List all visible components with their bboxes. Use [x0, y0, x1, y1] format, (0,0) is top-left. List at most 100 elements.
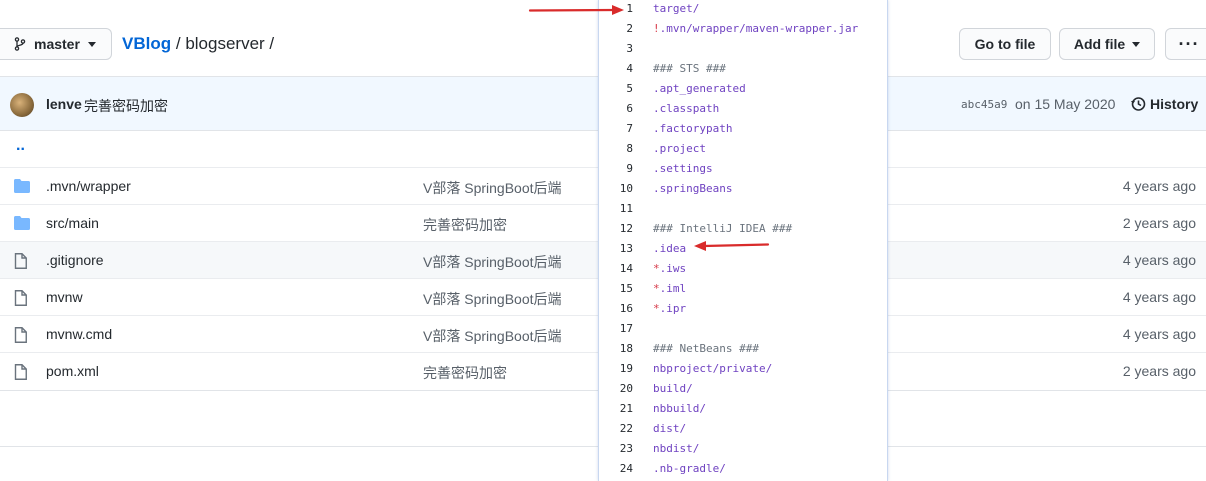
file-name-link[interactable]: mvnw.cmd — [46, 326, 112, 342]
add-file-button[interactable]: Add file — [1059, 28, 1155, 60]
line-number[interactable]: 3 — [599, 39, 633, 59]
history-icon — [1131, 97, 1146, 111]
breadcrumb: VBlog / blogserver / — [122, 34, 274, 54]
commit-author[interactable]: lenve — [46, 96, 82, 112]
history-link[interactable]: History — [1130, 96, 1198, 112]
file-commit-message[interactable]: 完善密码加密 — [423, 215, 507, 235]
line-number[interactable]: 18 — [599, 339, 633, 359]
git-branch-icon — [14, 37, 26, 51]
line-number[interactable]: 16 — [599, 299, 633, 319]
line-number[interactable]: 23 — [599, 439, 633, 459]
breadcrumb-separator: / — [269, 34, 275, 53]
commit-sha-link[interactable]: abc45a9 — [961, 98, 1007, 111]
code-line: 23 nbdist/ — [599, 439, 887, 459]
breadcrumb-repo-link[interactable]: VBlog — [122, 34, 171, 53]
go-to-file-button[interactable]: Go to file — [959, 28, 1051, 60]
annotation-arrow-icon — [528, 5, 624, 15]
line-content: build/ — [653, 382, 693, 395]
line-number[interactable]: 20 — [599, 379, 633, 399]
line-number[interactable]: 13 — [599, 239, 633, 259]
file-commit-message[interactable]: V部落 SpringBoot后端 — [423, 178, 562, 198]
pattern-operator: * — [653, 262, 660, 275]
line-number[interactable]: 9 — [599, 159, 633, 179]
go-to-file-label: Go to file — [974, 36, 1036, 52]
line-number[interactable]: 12 — [599, 219, 633, 239]
file-commit-message[interactable]: V部落 SpringBoot后端 — [423, 289, 562, 309]
file-commit-message[interactable]: V部落 SpringBoot后端 — [423, 326, 562, 346]
file-age: 4 years ago — [1122, 289, 1196, 305]
file-commit-message[interactable]: V部落 SpringBoot后端 — [423, 252, 562, 272]
code-line: 5 .apt_generated — [599, 79, 887, 99]
line-content: .classpath — [653, 102, 720, 115]
line-number[interactable]: 21 — [599, 399, 633, 419]
file-age: 2 years ago — [1122, 215, 1196, 231]
file-name-link[interactable]: .mvn/wrapper — [46, 178, 131, 194]
line-number[interactable]: 24 — [599, 459, 633, 479]
line-content: target/ — [653, 2, 700, 15]
file-commit-message[interactable]: 完善密码加密 — [423, 363, 507, 383]
line-number[interactable]: 2 — [599, 19, 633, 39]
line-number[interactable]: 19 — [599, 359, 633, 379]
line-content: .project — [653, 142, 706, 155]
code-line: 24 .nb-gradle/ — [599, 459, 887, 479]
line-number[interactable]: 7 — [599, 119, 633, 139]
file-name-link[interactable]: pom.xml — [46, 363, 99, 379]
chevron-down-icon — [1132, 41, 1141, 47]
line-content: !.mvn/wrapper/maven-wrapper.jar — [653, 19, 858, 39]
history-label: History — [1150, 96, 1199, 112]
line-number[interactable]: 17 — [599, 319, 633, 339]
line-content: *.iws — [653, 259, 686, 279]
commit-message[interactable]: 完善密码加密 — [84, 96, 168, 116]
file-icon — [14, 327, 27, 343]
code-line: 22 dist/ — [599, 419, 887, 439]
breadcrumb-separator: / — [175, 34, 181, 53]
code-line: 7 .factorypath — [599, 119, 887, 139]
code-line: 11 — [599, 199, 887, 219]
code-line: 9 .settings — [599, 159, 887, 179]
parent-directory-link[interactable]: .. — [16, 137, 25, 155]
line-content: ### NetBeans ### — [653, 342, 759, 355]
line-content: .factorypath — [653, 122, 733, 135]
annotation-arrow-icon — [694, 241, 770, 251]
code-line: 16 *.ipr — [599, 299, 887, 319]
folder-icon — [14, 179, 30, 193]
code-line: 3 — [599, 39, 887, 59]
code-line: 2 !.mvn/wrapper/maven-wrapper.jar — [599, 19, 887, 39]
code-line: 1 target/ — [599, 0, 887, 19]
line-number[interactable]: 14 — [599, 259, 633, 279]
code-line: 8 .project — [599, 139, 887, 159]
breadcrumb-folder: blogserver — [185, 34, 265, 53]
pattern-text: .ipr — [659, 302, 687, 315]
line-number[interactable]: 6 — [599, 99, 633, 119]
line-number[interactable]: 4 — [599, 59, 633, 79]
file-icon — [14, 290, 27, 306]
file-icon — [14, 253, 27, 269]
line-number[interactable]: 5 — [599, 79, 633, 99]
avatar[interactable] — [10, 93, 34, 117]
line-content: .nb-gradle/ — [653, 462, 726, 475]
line-content: nbbuild/ — [653, 402, 706, 415]
pattern-text: .mvn/wrapper/maven-wrapper.jar — [659, 22, 859, 35]
more-options-button[interactable]: ··· — [1165, 28, 1206, 60]
code-line: 12 ### IntelliJ IDEA ### — [599, 219, 887, 239]
line-content: .apt_generated — [653, 82, 746, 95]
code-line: 20 build/ — [599, 379, 887, 399]
line-content: nbdist/ — [653, 442, 700, 455]
line-number[interactable]: 8 — [599, 139, 633, 159]
line-content: ### IntelliJ IDEA ### — [653, 222, 793, 235]
line-number[interactable]: 11 — [599, 199, 633, 219]
branch-name: master — [34, 36, 80, 52]
line-number[interactable]: 22 — [599, 419, 633, 439]
code-line: 14 *.iws — [599, 259, 887, 279]
file-name-link[interactable]: .gitignore — [46, 252, 104, 268]
file-icon — [14, 364, 27, 380]
line-content: *.iml — [653, 279, 686, 299]
file-name-link[interactable]: src/main — [46, 215, 99, 231]
branch-selector-button[interactable]: master — [0, 28, 112, 60]
file-name-link[interactable]: mvnw — [46, 289, 83, 305]
pattern-text: .iml — [659, 282, 687, 295]
line-number[interactable]: 15 — [599, 279, 633, 299]
code-line: 10 .springBeans — [599, 179, 887, 199]
line-number[interactable]: 10 — [599, 179, 633, 199]
pattern-operator: ! — [653, 22, 660, 35]
